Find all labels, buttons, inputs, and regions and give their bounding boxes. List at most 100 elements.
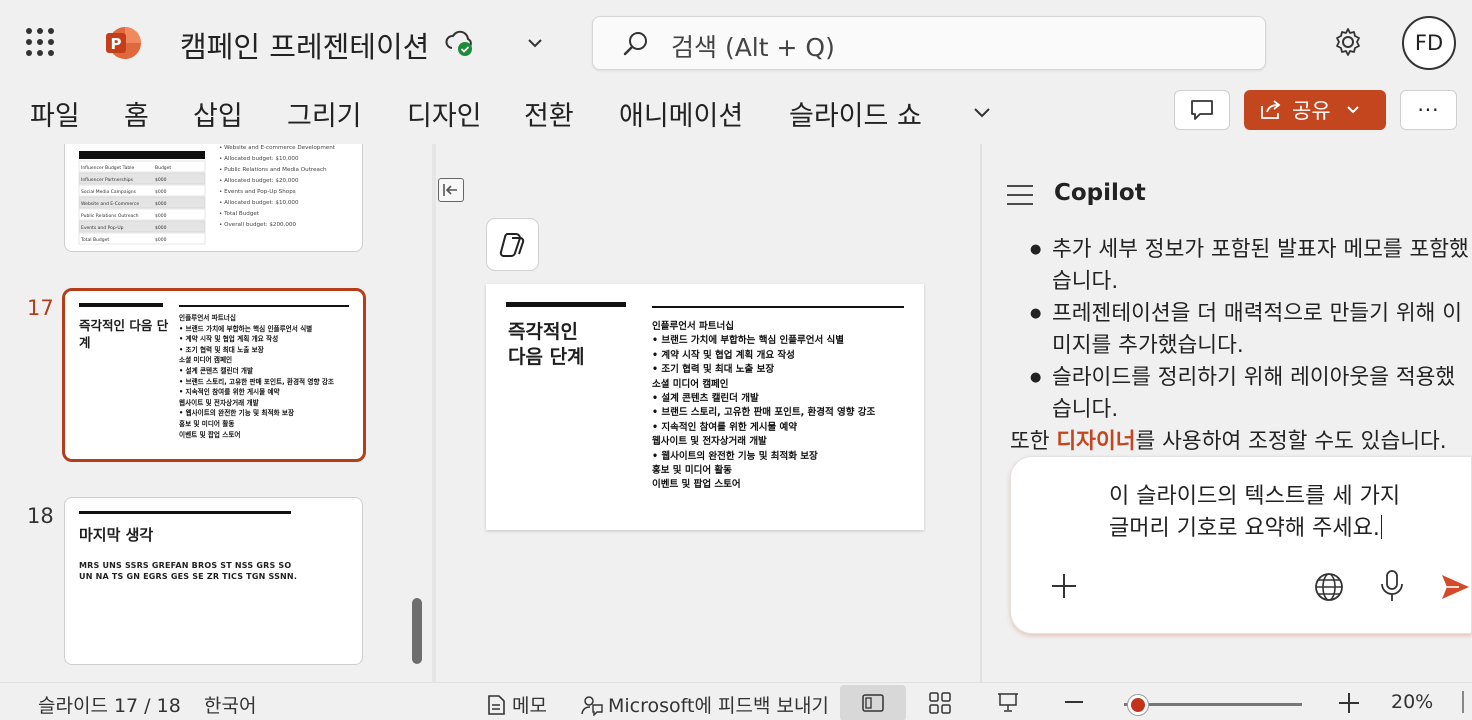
slide-bullet: • 브랜드 스토리, 고유한 판매 포인트, 환경적 영향 강조 xyxy=(652,407,876,419)
table-cell: $000 xyxy=(155,225,167,231)
avatar[interactable]: FD xyxy=(1402,16,1456,70)
chevron-down-icon xyxy=(1346,106,1359,114)
designer-link[interactable]: 디자이너 xyxy=(1056,429,1135,454)
tab-slideshow[interactable]: 슬라이드 쇼 xyxy=(789,94,922,133)
notes-button[interactable]: 메모 xyxy=(486,691,547,718)
thumbnail-title: 즉각적인 다음 단계 xyxy=(79,318,169,350)
more-options-button[interactable]: ··· xyxy=(1400,90,1457,130)
cloud-saved-icon[interactable] xyxy=(444,28,476,58)
language-indicator[interactable]: 한국어 xyxy=(204,691,256,718)
copilot-icon xyxy=(499,232,524,257)
tab-animations[interactable]: 애니메이션 xyxy=(619,94,743,133)
thumbnail-budget-table: Influencer Budget Table Budget Influencer … xyxy=(78,145,336,245)
copilot-prompt-input[interactable]: 이 슬라이드의 텍스트를 세 가지 글머리 기호로 요약해 주세요. xyxy=(1010,456,1472,634)
feedback-icon xyxy=(581,695,603,716)
thumbnail-bullet: • Website and E-commerce Development xyxy=(219,145,336,151)
prompt-text[interactable]: 이 슬라이드의 텍스트를 세 가지 글머리 기호로 요약해 주세요. xyxy=(1109,481,1439,545)
table-cell: Influencer Partnerships xyxy=(81,177,134,183)
slide-sorter-icon[interactable] xyxy=(929,692,951,714)
share-button[interactable]: 공유 xyxy=(1244,90,1386,130)
slide-bullet: • 설계 콘텐츠 캘린더 개발 xyxy=(652,393,759,405)
text-caret xyxy=(1380,515,1383,539)
feedback-button[interactable]: Microsoft에 피드백 보내기 xyxy=(580,691,829,718)
copilot-button[interactable] xyxy=(486,218,539,271)
table-cell: $000 xyxy=(155,189,167,195)
thumbnail-bullet: • Allocated budget: $10,000 xyxy=(219,156,299,162)
share-icon xyxy=(1261,100,1281,119)
copilot-title: Copilot xyxy=(1054,180,1146,206)
table-cell: Budget xyxy=(155,165,171,171)
slide-thumbnail-18[interactable]: 마지막 생각 MRS UNS SSRS GREFAN BROS ST NSS G… xyxy=(64,497,363,665)
slide-section-heading: 홍보 및 미디어 활동 xyxy=(652,465,732,477)
slide-thumbnail-pane[interactable]: Influencer Budget Table Budget Influencer … xyxy=(0,144,432,682)
document-title[interactable]: 캠페인 프레젠테이션 xyxy=(180,24,429,66)
tab-insert[interactable]: 삽입 xyxy=(193,94,243,133)
tab-draw[interactable]: 그리기 xyxy=(287,94,362,133)
copilot-panel: Copilot 추가 세부 정보가 포함된 발표자 메모를 포함했습니다. 프레… xyxy=(982,144,1472,682)
note-text: 를 사용하여 조정할 수도 있습니다. xyxy=(1135,429,1447,454)
thumbnail-scrollbar[interactable] xyxy=(412,598,422,664)
table-cell: $000 xyxy=(155,201,167,207)
tab-home[interactable]: 홈 xyxy=(124,94,149,133)
powerpoint-logo-icon[interactable]: P xyxy=(104,24,142,62)
comments-button[interactable] xyxy=(1174,90,1230,130)
tab-design[interactable]: 디자인 xyxy=(407,94,482,133)
slide-section-heading: 인플루언서 파트너십 xyxy=(652,321,734,332)
notes-icon xyxy=(488,694,505,715)
slide-rule xyxy=(652,306,904,308)
app-launcher-icon[interactable] xyxy=(26,28,54,56)
thumbnail-bullet: • Public Relations and Media Outreach xyxy=(219,167,327,173)
slide-section-heading: 소셜 미디어 캠페인 xyxy=(652,378,729,390)
thumbnail-line: • 지속적인 참여를 위한 게시물 예약 xyxy=(179,388,280,397)
slide-title-bar xyxy=(506,302,626,307)
chevron-down-icon[interactable] xyxy=(524,32,546,54)
thumbnail-line: • 브랜드 가치에 부합하는 핵심 인플루언서 식별 xyxy=(179,324,313,333)
comment-icon xyxy=(1191,100,1213,120)
menu-icon[interactable] xyxy=(1006,184,1034,206)
thumbnail-line: • 계약 시작 및 협업 계획 개요 작성 xyxy=(179,335,279,344)
slide-bullet: • 계약 시작 및 협업 계획 개요 작성 xyxy=(652,349,795,361)
title-bar: P 캠페인 프레젠테이션 검색 (Alt + Q) FD xyxy=(0,0,1472,84)
normal-view-button[interactable] xyxy=(840,685,906,720)
slide-bullet: • 조기 협력 및 최대 노출 보장 xyxy=(652,364,775,376)
zoom-out-icon[interactable] xyxy=(1064,700,1084,704)
zoom-slider[interactable] xyxy=(1124,703,1302,706)
table-cell: Influencer Budget Table xyxy=(81,165,134,171)
thumbnail-line: 웹사이트 및 전자상거래 개발 xyxy=(179,398,259,407)
collapse-pane-button[interactable] xyxy=(438,178,464,202)
current-slide-canvas[interactable]: 즉각적인 다음 단계 인플루언서 파트너십 • 브랜드 가치에 부합하는 핵심 인… xyxy=(486,284,924,530)
table-cell: $000 xyxy=(155,177,167,183)
thumbnail-bullet: • Allocated budget: $20,000 xyxy=(219,178,299,184)
slide-number-18: 18 xyxy=(27,504,54,528)
notes-label: 메모 xyxy=(512,695,547,717)
feedback-label: Microsoft에 피드백 보내기 xyxy=(608,695,829,717)
add-attachment-icon[interactable] xyxy=(1049,571,1079,601)
table-cell: Social Media Campaigns xyxy=(81,189,137,195)
microphone-icon[interactable] xyxy=(1379,569,1405,603)
presenter-view-icon[interactable] xyxy=(996,691,1020,713)
gear-icon[interactable] xyxy=(1332,26,1364,58)
send-icon[interactable] xyxy=(1439,571,1471,603)
zoom-percent[interactable]: 20% xyxy=(1391,691,1433,713)
slide-editor[interactable]: 즉각적인 다음 단계 인플루언서 파트너십 • 브랜드 가치에 부합하는 핵심 인… xyxy=(436,144,980,682)
slide-thumbnail-16[interactable]: Influencer Budget Table Budget Influencer … xyxy=(64,144,363,252)
zoom-in-icon[interactable] xyxy=(1338,692,1360,714)
table-cell: $000 xyxy=(155,213,167,219)
list-item: 추가 세부 정보가 포함된 발표자 메모를 포함했습니다. xyxy=(1030,234,1470,298)
slide-section-heading: 이벤트 및 팝업 스토어 xyxy=(652,479,741,491)
more-tabs-chevron-icon[interactable] xyxy=(970,100,994,124)
thumbnail-body: 인플루언서 파트너십 • 브랜드 가치에 부합하는 핵심 인플루언서 식별 • 계약… xyxy=(179,313,359,440)
note-text: 또한 xyxy=(1010,429,1057,454)
tab-file[interactable]: 파일 xyxy=(30,94,80,133)
thumbnail-title-bar xyxy=(79,303,163,307)
thumbnail-title-bar xyxy=(79,511,291,514)
globe-icon[interactable] xyxy=(1313,571,1345,603)
thumbnail-bullet: • Total Budget xyxy=(219,211,260,217)
table-cell: Public Relations Outreach xyxy=(81,213,139,219)
search-input[interactable]: 검색 (Alt + Q) xyxy=(592,16,1266,70)
prompt-line: 글머리 기호로 요약해 주세요. xyxy=(1109,516,1380,541)
tab-transitions[interactable]: 전환 xyxy=(524,94,574,133)
slide-title: 즉각적인 다음 단계 xyxy=(508,320,585,370)
zoom-slider-thumb[interactable] xyxy=(1126,694,1149,716)
slide-thumbnail-17[interactable]: 즉각적인 다음 단계 인플루언서 파트너십 • 브랜드 가치에 부합하는 핵심 인… xyxy=(62,288,366,462)
